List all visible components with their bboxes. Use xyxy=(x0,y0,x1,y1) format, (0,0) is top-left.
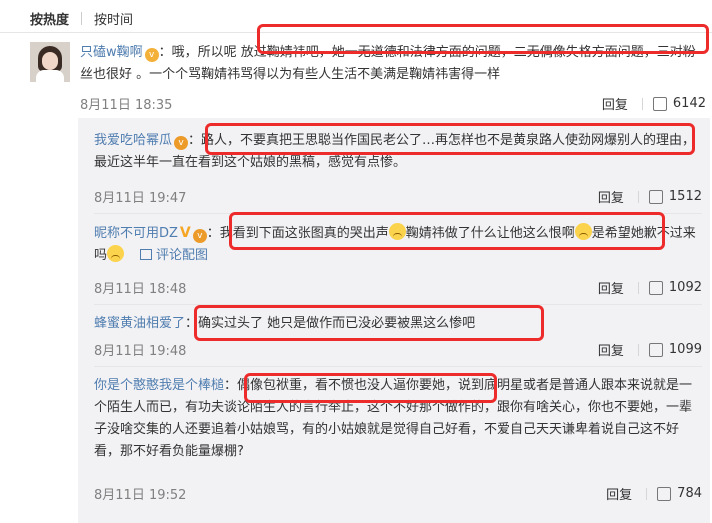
reply-item: 你是个憨憨我是个棒槌：偶像包袱重，看不惯也没人逼你要她，说到底明星或者是普通人跟… xyxy=(94,375,702,463)
reply-username[interactable]: 昵称不可用DZ xyxy=(94,226,178,241)
sort-tabs: 按热度 按时间 xyxy=(30,6,133,30)
reply-username[interactable]: 你是个憨憨我是个棒槌 xyxy=(94,378,224,393)
like-icon[interactable] xyxy=(648,280,663,295)
reply-divider xyxy=(94,213,702,214)
reply-item: 蜂蜜黄油相爱了：确实过头了 她只是做作而已没必要被黑这么惨吧 xyxy=(94,313,702,335)
divider xyxy=(0,32,712,33)
reply-item: 昵称不可用DZ Vv ：我看到下面这张图真的哭出声 鞠婧祎做了什么让他这么恨啊 是希望她… xyxy=(94,222,702,267)
tab-sort-hot[interactable]: 按热度 xyxy=(30,9,69,28)
reply-username[interactable]: 蜂蜜黄油相爱了 xyxy=(94,316,185,331)
reply-meta: 8月11日 19:48 回复 1099 xyxy=(94,340,702,360)
vip-icon: v xyxy=(144,48,159,62)
vip-icon: v xyxy=(174,136,189,150)
comment-image-link[interactable]: 评论配图 xyxy=(156,248,208,263)
sad-emoji-icon xyxy=(388,223,406,240)
reply-time: 8月11日 19:48 xyxy=(94,344,187,359)
reply-body: ：确实过头了 她只是做作而已没必要被黑这么惨吧 xyxy=(185,316,476,331)
avatar[interactable] xyxy=(30,42,70,82)
reply-time: 8月11日 18:48 xyxy=(94,282,187,297)
reply-button[interactable]: 回复 xyxy=(602,94,628,113)
reply-divider xyxy=(94,366,702,367)
comment-meta: 8月11日 18:35 回复 6142 xyxy=(80,94,706,114)
verified-icon: V xyxy=(179,225,191,241)
reply-time: 8月11日 19:47 xyxy=(94,191,187,206)
reply-meta: 8月11日 19:47 回复 1512 xyxy=(94,187,702,207)
comment-body: ：哦，所以呢 放过鞠婧祎吧，她一无道德和法律方面的问题，二无偶像失格方面问题，三… xyxy=(80,45,696,82)
reply-button[interactable]: 回复 xyxy=(598,340,624,359)
vip-icon: v xyxy=(192,229,207,243)
image-icon xyxy=(140,249,153,260)
like-count: 1512 xyxy=(668,189,702,204)
comment-text: 只磕w鞠啊 v ：哦，所以呢 放过鞠婧祎吧，她一无道德和法律方面的问题，二无偶像失格… xyxy=(80,42,708,86)
replies-panel: 我爱吃哈幂瓜 v ：路人，不要真把王思聪当作国民老公了…再怎样也不是黄泉路人使劲网爆… xyxy=(78,118,710,523)
sad-emoji-icon xyxy=(107,245,125,262)
tab-sort-time[interactable]: 按时间 xyxy=(94,9,133,28)
comment-username[interactable]: 只磕w鞠啊 xyxy=(80,45,143,60)
like-icon[interactable] xyxy=(652,96,667,111)
reply-button[interactable]: 回复 xyxy=(598,278,624,297)
reply-meta: 8月11日 19:52 回复 784 xyxy=(94,484,702,504)
reply-body: 鞠婧祎做了什么让他这么恨啊 xyxy=(405,226,575,241)
like-icon[interactable] xyxy=(657,486,672,501)
sad-emoji-icon xyxy=(574,223,592,240)
like-icon[interactable] xyxy=(648,189,663,204)
reply-body: ：我看到下面这张图真的哭出声 xyxy=(206,226,389,241)
tab-divider xyxy=(81,11,83,25)
reply-button[interactable]: 回复 xyxy=(598,187,624,206)
reply-divider xyxy=(94,304,702,305)
reply-button[interactable]: 回复 xyxy=(606,484,632,503)
like-count: 6142 xyxy=(672,96,706,111)
like-count: 1099 xyxy=(668,342,702,357)
reply-username[interactable]: 我爱吃哈幂瓜 xyxy=(94,133,172,148)
comment-time: 8月11日 18:35 xyxy=(80,98,173,113)
like-icon[interactable] xyxy=(648,342,663,357)
like-count: 1092 xyxy=(668,280,702,295)
reply-meta: 8月11日 18:48 回复 1092 xyxy=(94,278,702,298)
reply-item: 我爱吃哈幂瓜 v ：路人，不要真把王思聪当作国民老公了…再怎样也不是黄泉路人使劲网爆… xyxy=(94,130,702,174)
reply-time: 8月11日 19:52 xyxy=(94,488,187,503)
like-count: 784 xyxy=(677,486,702,501)
